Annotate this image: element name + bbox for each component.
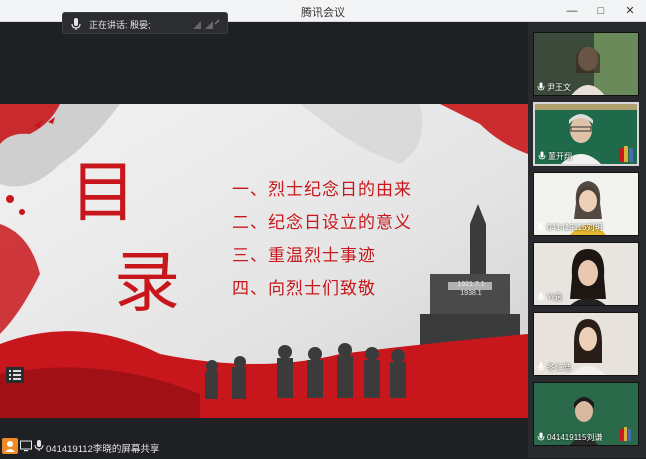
bottom-bar: 041419112李晓的屏幕共享 xyxy=(0,436,528,458)
participant-name-text: Yi涵 xyxy=(547,292,562,302)
microphone-icon xyxy=(538,151,546,160)
table-of-contents: 一、烈士纪念日的由来 二、纪念日设立的意义 三、重温烈士事迹 四、向烈士们致敬 xyxy=(232,175,412,307)
toc-item: 三、重温烈士事迹 xyxy=(232,246,376,266)
microphone-icon xyxy=(537,82,545,91)
participant-name-text: 041419116刘玥 xyxy=(547,222,603,232)
participants-button[interactable] xyxy=(2,438,18,454)
microphone-icon xyxy=(537,222,545,231)
toc-item: 一、烈士纪念日的由来 xyxy=(232,180,412,200)
participant-tile[interactable]: Yi涵 xyxy=(533,242,639,306)
participant-name: 041419115刘谦 xyxy=(537,431,602,443)
participant-name-text: 董开翔 xyxy=(548,151,572,161)
microphone-icon xyxy=(537,432,545,441)
screen-share-label: 041419112李晓的屏幕共享 xyxy=(46,444,160,455)
participant-name: 董开翔 xyxy=(538,150,572,162)
participant-name-text: 041419115刘谦 xyxy=(547,432,603,442)
screen-share-icon xyxy=(20,440,32,452)
participant-tile[interactable]: 041419115刘谦 xyxy=(533,382,639,446)
speaking-indicator: 正在讲话: 殷晏; xyxy=(62,12,228,34)
microphone-icon xyxy=(537,362,545,371)
participant-name: 尹王文 xyxy=(537,81,571,93)
monument-plaque: 1921.7.1 1938.1 xyxy=(446,280,496,298)
participant-name-text: 尹王文 xyxy=(547,82,571,92)
participant-sidebar: 尹王文 董开翔 041419116刘玥 Yi涵 冬仁皓 041419115刘谦 xyxy=(528,22,646,458)
list-icon[interactable] xyxy=(6,367,24,383)
slide-title-char-1: 目 xyxy=(70,154,136,231)
screen-share-area: 目 录 一、烈士纪念日的由来 二、纪念日设立的意义 三、重温烈士事迹 四、向烈士… xyxy=(0,22,528,458)
microphone-icon xyxy=(71,18,81,30)
meeting-window: 腾讯会议 — □ ✕ 目 录 一、烈士纪念日的由来 二、纪念日设立的意义 三、重… xyxy=(0,0,646,458)
microphone-icon xyxy=(34,440,44,451)
toc-item: 四、向烈士们致敬 xyxy=(232,279,376,299)
participant-tile[interactable]: 041419116刘玥 xyxy=(533,172,639,236)
toc-item: 二、纪念日设立的意义 xyxy=(232,213,412,233)
microphone-icon xyxy=(537,292,545,301)
monument-text-line: 1938.1 xyxy=(460,290,482,297)
participant-tile[interactable]: 尹王文 xyxy=(533,32,639,96)
participant-name: 冬仁皓 xyxy=(537,361,571,373)
maximize-button[interactable]: □ xyxy=(591,2,611,20)
person-icon xyxy=(5,441,15,452)
signal-icon xyxy=(193,19,220,29)
presentation-slide: 目 录 一、烈士纪念日的由来 二、纪念日设立的意义 三、重温烈士事迹 四、向烈士… xyxy=(0,104,528,418)
slide-title-char-2: 录 xyxy=(114,244,180,321)
participant-tile[interactable]: 冬仁皓 xyxy=(533,312,639,376)
minimize-button[interactable]: — xyxy=(562,2,582,20)
participant-tile[interactable]: 董开翔 xyxy=(533,102,639,166)
participant-name: Yi涵 xyxy=(537,291,562,303)
participant-name: 041419116刘玥 xyxy=(537,221,602,233)
close-button[interactable]: ✕ xyxy=(620,2,640,20)
participant-name-text: 冬仁皓 xyxy=(547,362,571,372)
monument-text-line: 1921.7.1 xyxy=(457,281,485,288)
speaking-text: 正在讲话: 殷晏; xyxy=(89,20,151,30)
